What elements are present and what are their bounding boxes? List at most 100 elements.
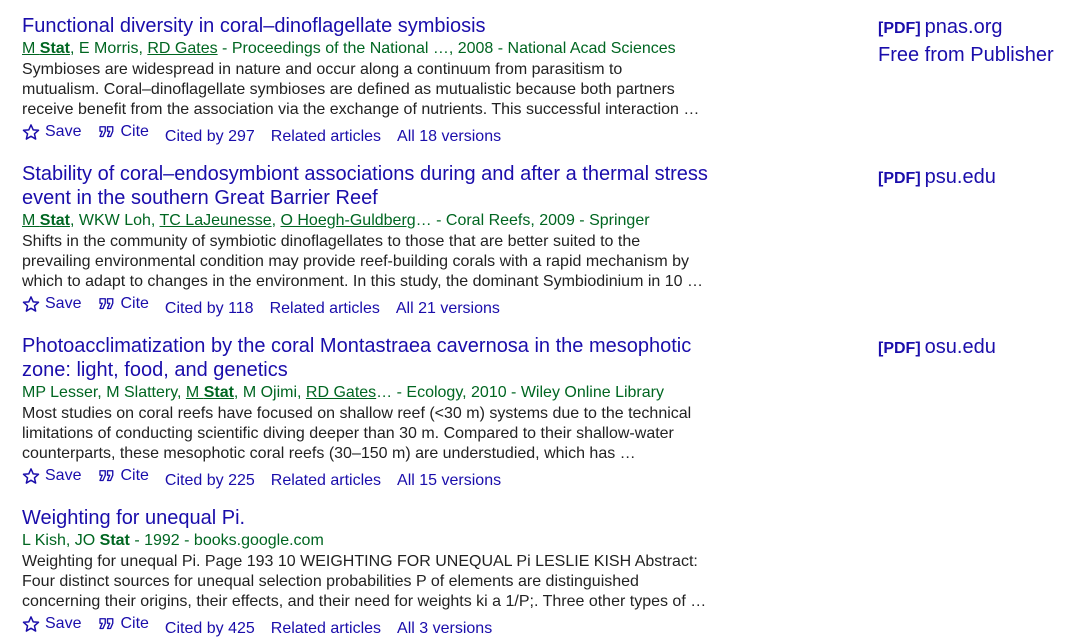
snippet-line: prevailing environmental condition may p… xyxy=(22,253,689,270)
pdf-link[interactable]: [PDF] osu.edu xyxy=(878,334,996,362)
author-name-text: M xyxy=(22,40,40,57)
author-name: E Morris xyxy=(79,40,139,57)
result-title-link[interactable]: Stability of coral–endosymbiont associat… xyxy=(22,162,752,210)
author-separator: , xyxy=(297,384,306,401)
author-link[interactable]: M Stat xyxy=(22,40,70,57)
snippet-line: Weighting for unequal Pi. Page 193 10 WE… xyxy=(22,553,698,570)
result-source: … - Coral Reefs, 2009 - Springer xyxy=(415,212,650,229)
all-versions-link[interactable]: All 18 versions xyxy=(397,126,501,148)
all-versions-link[interactable]: All 3 versions xyxy=(397,618,492,640)
author-separator: , xyxy=(177,384,186,401)
result-actions: Save Cite Cited by 225 Related articles All … xyxy=(22,465,752,492)
results-list: Functional diversity in coral–dinoflagel… xyxy=(22,14,752,640)
cited-by-link[interactable]: Cited by 425 xyxy=(165,618,255,640)
quote-icon xyxy=(97,295,115,313)
search-result: Photoacclimatization by the coral Montas… xyxy=(22,334,752,492)
cite-label: Cite xyxy=(120,615,149,632)
snippet-line: counterparts, these mesophotic coral ree… xyxy=(22,445,636,462)
author-name-text: M Ojimi xyxy=(242,384,298,401)
result-title-line: Stability of coral–endosymbiont associat… xyxy=(22,163,708,185)
author-link[interactable]: RD Gates xyxy=(147,40,217,57)
snippet-line: Shifts in the community of symbiotic din… xyxy=(22,233,641,250)
snippet-line: Four distinct sources for unequal select… xyxy=(22,573,639,590)
quote-icon xyxy=(97,615,115,633)
quote-icon xyxy=(97,467,115,485)
snippet-line: Most studies on coral reefs have focused… xyxy=(22,405,692,422)
pdf-side-link: [PDF] psu.edu xyxy=(878,164,996,192)
result-title-line: zone: light, food, and genetics xyxy=(22,359,288,381)
author-name-text: JO xyxy=(74,532,100,549)
cited-by-link[interactable]: Cited by 297 xyxy=(165,126,255,148)
cited-by-link[interactable]: Cited by 225 xyxy=(165,470,255,492)
snippet-line: receive benefit from the association via… xyxy=(22,101,700,118)
all-versions-link[interactable]: All 21 versions xyxy=(396,298,500,320)
result-snippet: Symbioses are widespread in nature and o… xyxy=(22,60,752,120)
cite-button[interactable]: Cite xyxy=(97,465,149,487)
search-result: Functional diversity in coral–dinoflagel… xyxy=(22,14,752,148)
author-separator: , xyxy=(97,384,107,401)
result-snippet: Shifts in the community of symbiotic din… xyxy=(22,232,752,292)
author-link[interactable]: M Stat xyxy=(22,212,70,229)
result-title-link[interactable]: Photoacclimatization by the coral Montas… xyxy=(22,334,752,382)
result-snippet: Weighting for unequal Pi. Page 193 10 WE… xyxy=(22,552,752,612)
result-title-line: event in the southern Great Barrier Reef xyxy=(22,187,378,209)
cite-label: Cite xyxy=(120,123,149,140)
author-link[interactable]: M Stat xyxy=(186,384,234,401)
all-versions-link[interactable]: All 15 versions xyxy=(397,470,501,492)
author-highlight: Stat xyxy=(39,212,71,229)
snippet-line: mutualism. Coral–dinoflagellate symbiose… xyxy=(22,81,675,98)
author-name: WKW Loh xyxy=(79,212,151,229)
author-name-text: TC LaJeunesse xyxy=(159,212,272,229)
author-link[interactable]: TC LaJeunesse xyxy=(160,212,272,229)
result-meta: M Stat, WKW Loh, TC LaJeunesse, O Hoegh-… xyxy=(22,210,752,232)
author-name-text: L Kish xyxy=(22,532,66,549)
snippet-line: concerning their origins, their effects,… xyxy=(22,593,707,610)
author-name: JO Stat xyxy=(75,532,130,549)
save-label: Save xyxy=(45,123,82,140)
related-articles-link[interactable]: Related articles xyxy=(271,470,381,492)
pdf-domain: osu.edu xyxy=(924,336,996,358)
pdf-side-link: [PDF] osu.edu xyxy=(878,334,996,362)
related-articles-link[interactable]: Related articles xyxy=(271,126,381,148)
author-link[interactable]: RD Gates xyxy=(306,384,376,401)
author-highlight: Stat xyxy=(203,384,234,401)
author-name-text: O Hoegh-Guldberg xyxy=(280,212,416,229)
author-highlight: Stat xyxy=(39,40,71,57)
save-button[interactable]: Save xyxy=(22,293,81,315)
related-articles-link[interactable]: Related articles xyxy=(271,618,381,640)
cite-button[interactable]: Cite xyxy=(97,293,149,315)
save-button[interactable]: Save xyxy=(22,121,81,143)
result-meta: M Stat, E Morris, RD Gates - Proceedings… xyxy=(22,38,752,60)
related-articles-link[interactable]: Related articles xyxy=(270,298,380,320)
author-name: L Kish xyxy=(22,532,66,549)
result-snippet: Most studies on coral reefs have focused… xyxy=(22,404,752,464)
pdf-link[interactable]: [PDF] pnas.org xyxy=(878,14,1054,42)
pdf-link[interactable]: [PDF] psu.edu xyxy=(878,164,996,192)
author-separator: , xyxy=(150,212,160,229)
cited-by-link[interactable]: Cited by 118 xyxy=(165,298,254,320)
star-icon xyxy=(22,295,40,313)
result-title-link[interactable]: Weighting for unequal Pi. xyxy=(22,506,752,530)
result-source: … - Ecology, 2010 - Wiley Online Library xyxy=(376,384,664,401)
author-name-text: M Slattery xyxy=(106,384,178,401)
save-button[interactable]: Save xyxy=(22,613,81,635)
cite-button[interactable]: Cite xyxy=(97,121,149,143)
cite-label: Cite xyxy=(120,295,149,312)
result-title-link[interactable]: Functional diversity in coral–dinoflagel… xyxy=(22,14,752,38)
result-actions: Save Cite Cited by 425 Related articles All … xyxy=(22,613,752,640)
star-icon xyxy=(22,123,40,141)
star-icon xyxy=(22,467,40,485)
author-name-text: M xyxy=(185,384,204,401)
pdf-tag: [PDF] xyxy=(878,20,921,37)
cite-label: Cite xyxy=(120,467,149,484)
result-title-line: Functional diversity in coral–dinoflagel… xyxy=(22,15,486,37)
author-separator: , xyxy=(70,212,79,229)
cite-button[interactable]: Cite xyxy=(97,613,149,635)
pdf-side-link: [PDF] pnas.org Free from Publisher xyxy=(878,14,1054,68)
author-name-text: MP Lesser xyxy=(22,384,98,401)
author-highlight: Stat xyxy=(99,532,130,549)
free-from-publisher-link[interactable]: Free from Publisher xyxy=(878,42,1054,68)
pdf-tag: [PDF] xyxy=(878,170,921,187)
author-link[interactable]: O Hoegh-Guldberg xyxy=(280,212,415,229)
save-button[interactable]: Save xyxy=(22,465,81,487)
